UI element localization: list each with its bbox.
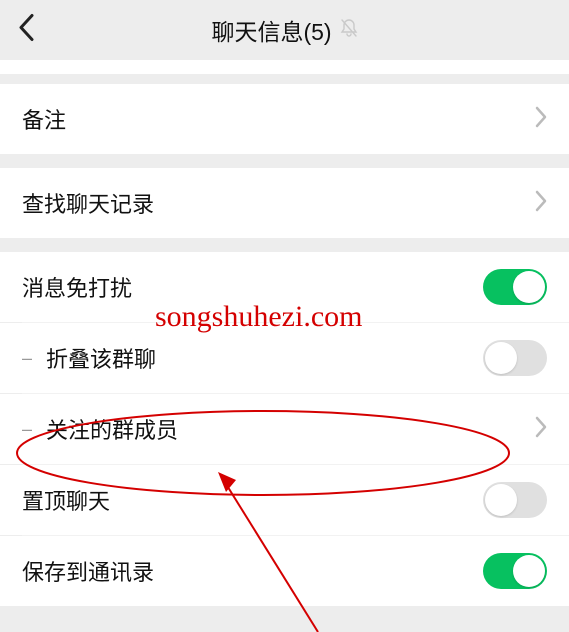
- toggle-knob: [485, 484, 517, 516]
- row-followed-members[interactable]: – 关注的群成员: [0, 394, 569, 464]
- toggle-knob: [513, 271, 545, 303]
- toggle-collapse[interactable]: [483, 340, 547, 376]
- chevron-right-icon: [535, 190, 547, 217]
- row-save-to-contacts[interactable]: 保存到通讯录: [0, 536, 569, 606]
- section-gap: [0, 154, 569, 168]
- toggle-mute[interactable]: [483, 269, 547, 305]
- chevron-right-icon: [535, 416, 547, 443]
- dash-icon: –: [22, 348, 32, 369]
- section-gap: [0, 74, 569, 84]
- section-gap: [0, 238, 569, 252]
- bell-off-icon: [340, 18, 358, 43]
- chevron-right-icon: [535, 106, 547, 133]
- row-label: 保存到通讯录: [22, 555, 154, 587]
- row-label: 备注: [22, 103, 66, 135]
- row-label: 置顶聊天: [22, 484, 110, 516]
- row-mute-notifications[interactable]: 消息免打扰: [0, 252, 569, 322]
- dash-icon: –: [22, 419, 32, 440]
- row-label: 查找聊天记录: [22, 187, 154, 219]
- row-label: 折叠该群聊: [46, 342, 156, 374]
- header-bar: 聊天信息(5): [0, 0, 569, 60]
- row-label: 关注的群成员: [46, 413, 178, 445]
- row-collapse-group[interactable]: – 折叠该群聊: [0, 323, 569, 393]
- page-title: 聊天信息(5): [211, 13, 331, 47]
- chevron-left-icon: [18, 14, 34, 42]
- row-remark[interactable]: 备注: [0, 84, 569, 154]
- toggle-save[interactable]: [483, 553, 547, 589]
- spacer: [0, 60, 569, 74]
- header-title-wrap: 聊天信息(5): [0, 13, 569, 47]
- toggle-pin[interactable]: [483, 482, 547, 518]
- row-pin-chat[interactable]: 置顶聊天: [0, 465, 569, 535]
- row-search-history[interactable]: 查找聊天记录: [0, 168, 569, 238]
- row-label: 消息免打扰: [22, 271, 132, 303]
- back-button[interactable]: [18, 14, 34, 47]
- toggle-knob: [485, 342, 517, 374]
- toggle-knob: [513, 555, 545, 587]
